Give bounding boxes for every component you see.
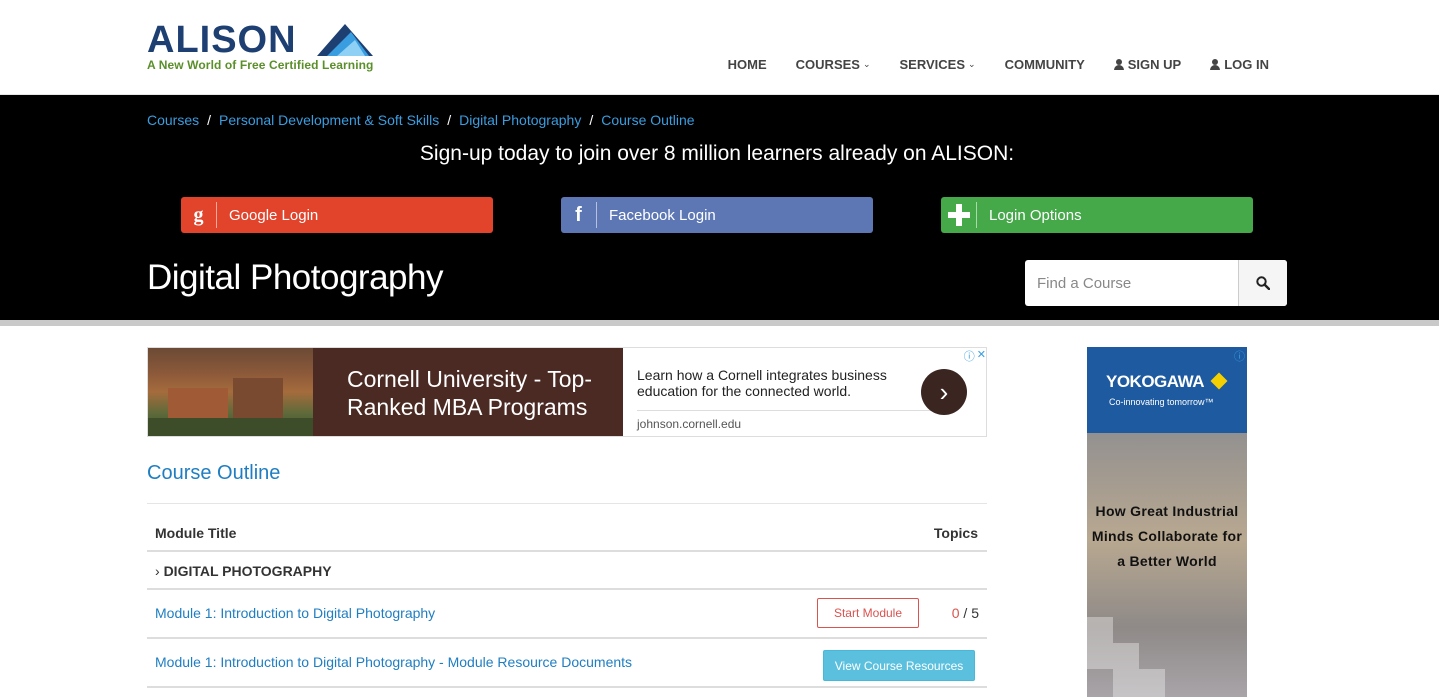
chevron-right-icon: ›: [155, 563, 160, 579]
col-topics: Topics: [933, 525, 978, 541]
nav-community[interactable]: COMMUNITY: [1005, 57, 1085, 72]
ad-choices[interactable]: ⓘ ✕: [964, 348, 986, 364]
facebook-icon: f: [561, 202, 597, 228]
side-ad-header: YOKOGAWA Co-innovating tomorrow™: [1087, 347, 1247, 433]
side-ad-message: How Great Industrial Minds Collaborate f…: [1091, 503, 1243, 569]
login-options-label: Login Options: [989, 206, 1082, 224]
nav-services-label: SERVICES: [899, 57, 966, 72]
google-icon: g: [181, 202, 217, 228]
col-module-title: Module Title: [155, 525, 237, 541]
nav-courses[interactable]: COURSES ⌄: [796, 57, 871, 72]
breadcrumb-separator: /: [589, 112, 594, 128]
module-link[interactable]: Module 1: Introduction to Digital Photog…: [155, 605, 435, 621]
breadcrumb-separator: /: [207, 112, 212, 128]
nav-login-label: LOG IN: [1224, 57, 1269, 72]
ad-description: Learn how a Cornell integrates business …: [637, 367, 887, 399]
search-input[interactable]: [1025, 260, 1238, 306]
facebook-login-label: Facebook Login: [609, 206, 716, 224]
table-row: Module 1: Introduction to Digital Photog…: [147, 639, 987, 688]
table-header: Module Title Topics: [147, 518, 987, 552]
breadcrumb-course[interactable]: Digital Photography: [459, 112, 581, 128]
logo-sail-icon: [317, 24, 373, 56]
section-label: DIGITAL PHOTOGRAPHY: [163, 563, 332, 579]
logo-tagline: A New World of Free Certified Learning: [147, 58, 374, 72]
outline-divider: [147, 503, 987, 504]
ad-campus-image: [148, 348, 313, 436]
chevron-right-icon[interactable]: ›: [921, 369, 967, 415]
main-nav: HOME COURSES ⌄ SERVICES ⌄ COMMUNITY SIGN U…: [699, 57, 1269, 72]
breadcrumb-current[interactable]: Course Outline: [601, 112, 694, 128]
breadcrumb-separator: /: [447, 112, 452, 128]
ad-decor-tile: [1087, 617, 1113, 643]
table-row: Module 1: Introduction to Digital Photog…: [147, 590, 987, 639]
info-icon[interactable]: ⓘ: [964, 348, 975, 364]
topics-done: 0: [951, 605, 960, 621]
facebook-login-button[interactable]: f Facebook Login: [561, 197, 873, 233]
module-table: Module Title Topics › DIGITAL PHOTOGRAPH…: [147, 518, 987, 688]
nav-signup[interactable]: SIGN UP: [1113, 57, 1182, 72]
chevron-down-icon: ⌄: [968, 59, 976, 69]
topics-progress: 0 / 5: [952, 605, 979, 621]
topics-total: / 5: [963, 605, 979, 621]
nav-home[interactable]: HOME: [728, 57, 767, 72]
search-icon: [1256, 276, 1270, 290]
ad-decor-tile: [1113, 669, 1165, 697]
google-login-label: Google Login: [229, 206, 319, 224]
close-icon[interactable]: ✕: [977, 348, 986, 364]
side-ad[interactable]: YOKOGAWA Co-innovating tomorrow™ ⓘ How G…: [1087, 347, 1247, 697]
breadcrumb: Courses / Personal Development & Soft Skil…: [147, 112, 695, 128]
section-title: › DIGITAL PHOTOGRAPHY: [155, 563, 332, 579]
ad-divider: [637, 410, 937, 411]
search-button[interactable]: [1238, 260, 1287, 306]
nav-login[interactable]: LOG IN: [1210, 57, 1269, 72]
breadcrumb-category[interactable]: Personal Development & Soft Skills: [219, 112, 439, 128]
login-options-button[interactable]: Login Options: [941, 197, 1253, 233]
module-resources-link[interactable]: Module 1: Introduction to Digital Photog…: [155, 654, 632, 670]
signup-prompt: Sign-up today to join over 8 million lea…: [419, 142, 1015, 165]
google-login-button[interactable]: g Google Login: [181, 197, 493, 233]
diamond-icon: [1210, 372, 1228, 390]
nav-home-label: HOME: [727, 57, 767, 72]
sponsored-ad[interactable]: Cornell University - Top-Ranked MBA Prog…: [147, 347, 987, 437]
course-search: [1025, 260, 1287, 306]
banner-divider: [0, 320, 1439, 326]
user-icon: [1210, 59, 1221, 70]
page-title: Digital Photography: [147, 258, 443, 297]
nav-community-label: COMMUNITY: [1004, 57, 1085, 72]
ad-headline[interactable]: Cornell University - Top-Ranked MBA Prog…: [313, 348, 623, 436]
site-header: ALISON A New World of Free Certified Lea…: [0, 0, 1439, 95]
section-row[interactable]: › DIGITAL PHOTOGRAPHY: [147, 552, 987, 590]
nav-signup-label: SIGN UP: [1127, 57, 1182, 72]
plus-icon: [941, 202, 977, 228]
alison-logo[interactable]: ALISON A New World of Free Certified Lea…: [147, 20, 377, 76]
yokogawa-tagline: Co-innovating tomorrow™: [1109, 397, 1214, 407]
start-module-button[interactable]: Start Module: [817, 598, 919, 628]
breadcrumb-courses[interactable]: Courses: [147, 112, 199, 128]
ad-decor-tile: [1087, 643, 1139, 669]
course-outline-title: Course Outline: [147, 462, 281, 484]
yokogawa-logo: YOKOGAWA: [1106, 372, 1205, 391]
info-icon[interactable]: ⓘ: [1234, 348, 1245, 364]
nav-courses-label: COURSES: [795, 57, 860, 72]
nav-services[interactable]: SERVICES ⌄: [900, 57, 976, 72]
user-icon: [1113, 59, 1124, 70]
ad-url[interactable]: johnson.cornell.edu: [637, 417, 741, 431]
view-course-resources-button[interactable]: View Course Resources: [823, 650, 975, 681]
logo-wordmark: ALISON: [147, 19, 297, 61]
chevron-down-icon: ⌄: [862, 59, 871, 69]
